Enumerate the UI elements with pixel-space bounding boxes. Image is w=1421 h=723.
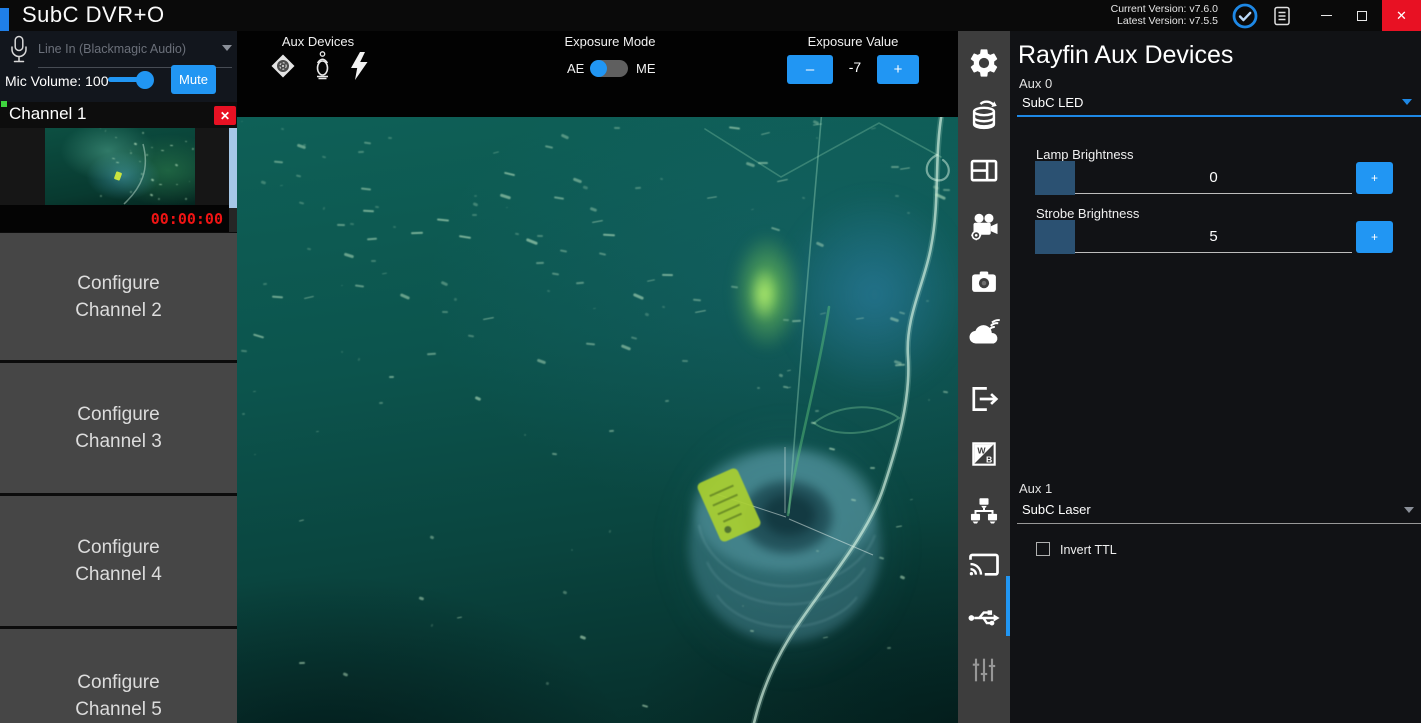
app-title: SubC DVR+O [22,2,165,28]
recording-dot [1,101,7,107]
photo-camera-icon [967,265,1001,299]
maximize-button[interactable] [1344,0,1380,31]
channel1-close-button[interactable]: ✕ [214,106,236,125]
latest-version: Latest Version: v7.5.5 [1111,16,1218,28]
close-button[interactable]: ✕ [1382,0,1421,31]
mic-volume-knob[interactable] [136,71,154,89]
strobe-brightness-value[interactable]: 5 [1075,220,1352,253]
configure-channel-5[interactable]: Configure Channel 5 [0,629,237,723]
strobe-brightness-label: Strobe Brightness [1036,206,1139,221]
svg-text:W: W [977,445,986,455]
channel1-video-thumbnail[interactable] [45,128,195,205]
panel-title: Rayfin Aux Devices [1018,41,1233,70]
usb-icon [966,600,1002,636]
accent-strip [0,8,9,31]
sidebar-item-video-settings[interactable] [958,204,1010,248]
exposure-decrease-button[interactable]: – [787,55,833,84]
aux0-label: Aux 0 [1019,76,1052,91]
timecode: 00:00:00 [151,210,223,228]
aux1-select-underline [1017,523,1421,524]
minimize-button[interactable] [1308,0,1344,31]
mic-volume-label: Mic Volume: 100 [5,73,109,89]
configure-channel-2[interactable]: Configure Channel 2 [0,233,237,360]
sidebar: WB [958,31,1010,723]
svg-text:B: B [986,455,992,465]
camera-top-bar: Aux Devices Exposure Mode AE ME Exposure… [237,31,958,117]
exposure-mode-toggle[interactable] [591,60,628,77]
database-restore-icon [967,98,1001,132]
invert-ttl-label: Invert TTL [1060,543,1117,557]
version-info: Current Version: v7.6.0 Latest Version: … [1111,4,1218,27]
audio-panel: Line In (Blackmagic Audio) Mic Volume: 1… [0,31,237,102]
cast-icon [966,547,1002,583]
sidebar-item-export[interactable] [958,377,1010,421]
video-feed [237,117,958,723]
toggle-knob [590,60,607,77]
lamp-brightness-value[interactable]: 0 [1075,161,1352,194]
aux-devices-panel: Rayfin Aux Devices Aux 0 SubC LED Lamp B… [1010,31,1421,723]
mute-button[interactable]: Mute [171,65,216,94]
microphone-icon [9,35,29,70]
exposure-me-label: ME [636,61,656,76]
app-window: SubC DVR+O Current Version: v7.6.0 Lates… [0,0,1421,723]
timecode-strip: 00:00:00 [0,205,229,232]
exposure-mode-label: Exposure Mode [550,34,670,49]
strobe-bolt-icon[interactable] [349,51,371,86]
panels-icon [967,154,1001,188]
lamp-icon[interactable] [313,51,332,86]
sidebar-item-usb-devices[interactable] [958,596,1010,640]
sidebar-item-adjustments[interactable] [958,648,1010,692]
network-tree-icon [967,494,1001,528]
exposure-increase-button[interactable]: + [877,55,919,84]
sidebar-item-network[interactable] [958,489,1010,533]
exposure-value-label: Exposure Value [793,34,913,49]
channel-list: Channel 1 ✕ 00:00:00 Configure Channel 2… [0,102,237,723]
export-arrow-icon [967,382,1001,416]
configure-channel-3[interactable]: Configure Channel 3 [0,363,237,493]
update-check-icon[interactable] [1232,3,1258,34]
exposure-value: -7 [833,59,877,75]
sidebar-item-storage[interactable] [958,93,1010,137]
sliders-icon [968,654,1000,686]
scrollbar-thumb[interactable] [229,128,237,208]
thumb-snow [45,128,195,205]
aux1-device-select[interactable]: SubC Laser [1022,502,1091,517]
release-notes-icon[interactable] [1271,5,1293,32]
channel1-title: Channel 1 [9,104,87,124]
maximize-icon [1357,11,1367,21]
lamp-brightness-increase-button[interactable]: + [1356,162,1393,194]
aux0-device-select[interactable]: SubC LED [1022,95,1083,110]
lamp-brightness-label: Lamp Brightness [1036,147,1134,162]
cloud-signal-icon [966,315,1002,351]
titlebar: SubC DVR+O Current Version: v7.6.0 Lates… [0,0,1421,31]
lamp-brightness-decrease-button[interactable] [1035,161,1075,195]
configure-channel-4[interactable]: Configure Channel 4 [0,496,237,626]
movie-camera-gear-icon [966,208,1002,244]
strobe-brightness-decrease-button[interactable] [1035,220,1075,254]
marine-snow [237,117,958,723]
channel1-header: Channel 1 ✕ [0,102,237,128]
audio-device-select[interactable]: Line In (Blackmagic Audio) [38,42,186,56]
current-version: Current Version: v7.6.0 [1111,4,1218,16]
chevron-down-icon [222,45,232,51]
sidebar-item-settings[interactable] [958,41,1010,85]
sidebar-item-cloud[interactable] [958,311,1010,355]
sidebar-item-stills-camera[interactable] [958,260,1010,304]
sidebar-item-layout[interactable] [958,149,1010,193]
minimize-icon [1321,15,1332,17]
chevron-down-icon [1402,99,1412,105]
aux1-label: Aux 1 [1019,481,1052,496]
aux-devices-label: Aux Devices [258,34,378,49]
chevron-down-icon [1404,507,1414,513]
laser-diamond-icon[interactable] [270,53,296,84]
strobe-brightness-increase-button[interactable]: + [1356,221,1393,253]
wb-icon: WB [968,438,1000,470]
sidebar-item-white-balance[interactable]: WB [958,432,1010,476]
channel-scrollbar[interactable] [229,128,237,232]
exposure-ae-label: AE [567,61,584,76]
invert-ttl-checkbox[interactable] [1036,542,1050,556]
aux0-select-underline [1017,115,1421,117]
gear-icon [967,46,1001,80]
sidebar-item-screen-cast[interactable] [958,543,1010,587]
